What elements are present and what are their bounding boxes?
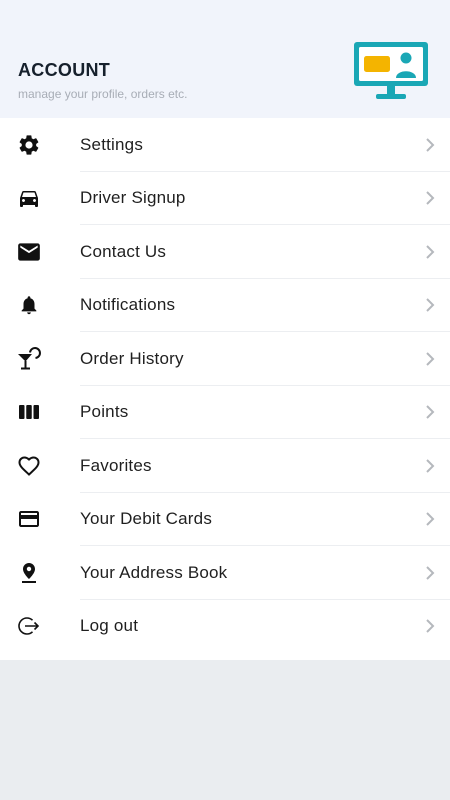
menu-item-label: Settings xyxy=(80,134,144,154)
menu-item-settings[interactable]: Settings xyxy=(0,118,450,172)
menu-item-order-history[interactable]: Order History xyxy=(0,332,450,386)
chevron-right-icon xyxy=(426,138,435,152)
account-menu: Settings Driver Signup Contact Us Notifi… xyxy=(0,118,450,660)
menu-item-log-out[interactable]: Log out xyxy=(0,600,450,654)
menu-item-driver-signup[interactable]: Driver Signup xyxy=(0,172,450,225)
chevron-right-icon xyxy=(426,459,435,473)
chevron-right-icon xyxy=(426,352,435,366)
menu-item-points[interactable]: Points xyxy=(0,386,450,439)
car-icon xyxy=(16,185,42,211)
menu-item-notifications[interactable]: Notifications xyxy=(0,279,450,332)
menu-item-debit-cards[interactable]: Your Debit Cards xyxy=(0,493,450,546)
menu-item-address-book[interactable]: Your Address Book xyxy=(0,546,450,600)
chevron-right-icon xyxy=(426,566,435,580)
menu-item-label: Order History xyxy=(80,348,184,368)
bell-icon xyxy=(16,292,42,318)
monitor-profile-icon xyxy=(354,42,428,99)
logout-icon xyxy=(16,613,42,639)
page-subtitle: manage your profile, orders etc. xyxy=(18,87,188,101)
cocktail-icon xyxy=(16,346,42,372)
chevron-right-icon xyxy=(426,298,435,312)
location-pin-icon xyxy=(16,560,42,586)
chevron-right-icon xyxy=(426,245,435,259)
menu-item-label: Driver Signup xyxy=(80,188,186,208)
menu-item-label: Log out xyxy=(80,616,139,636)
heart-icon xyxy=(16,453,42,479)
card-icon xyxy=(16,506,42,532)
mail-icon xyxy=(16,239,42,265)
menu-item-label: Contact Us xyxy=(80,241,167,261)
page-title: ACCOUNT xyxy=(18,60,111,80)
menu-item-contact-us[interactable]: Contact Us xyxy=(0,225,450,279)
menu-item-label: Your Address Book xyxy=(80,562,228,582)
chevron-right-icon xyxy=(426,512,435,526)
chevron-right-icon xyxy=(426,405,435,419)
gear-icon xyxy=(16,132,42,158)
menu-item-label: Points xyxy=(80,402,129,422)
menu-item-favorites[interactable]: Favorites xyxy=(0,439,450,493)
chevron-right-icon xyxy=(426,619,435,633)
menu-item-label: Favorites xyxy=(80,455,152,475)
chevron-right-icon xyxy=(426,191,435,205)
bars-icon xyxy=(16,399,42,425)
account-header: ACCOUNT manage your profile, orders etc. xyxy=(0,0,450,118)
menu-item-label: Your Debit Cards xyxy=(80,509,213,529)
menu-item-label: Notifications xyxy=(80,295,176,315)
